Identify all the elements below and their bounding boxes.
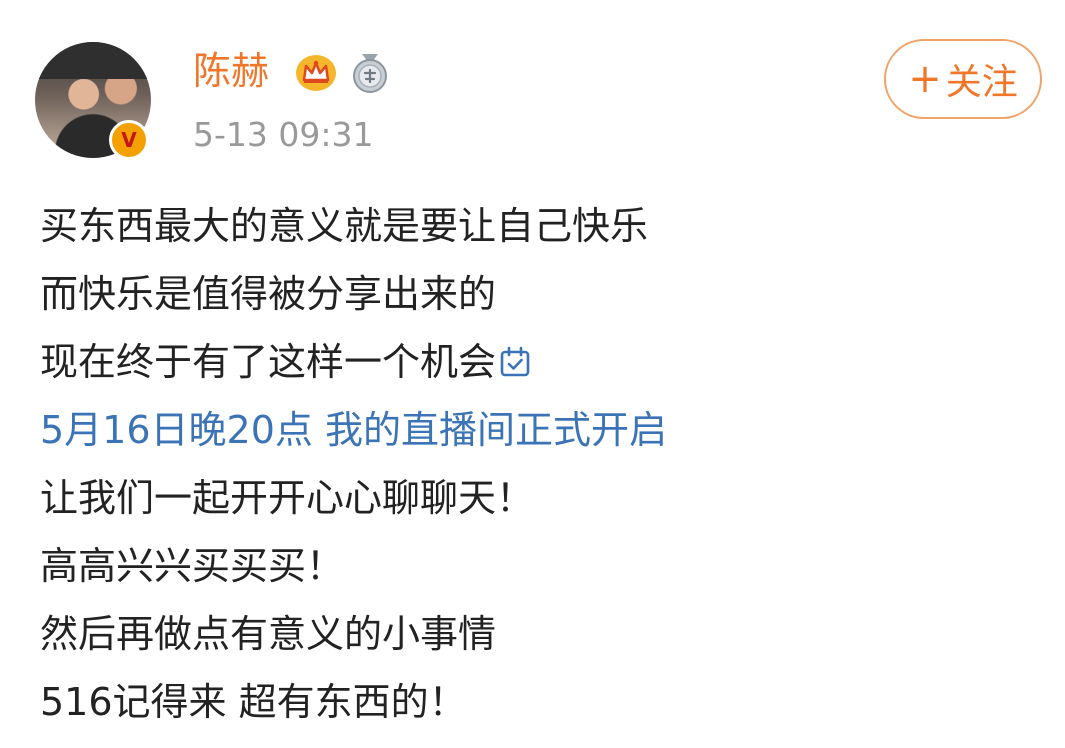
follow-label: 关注 <box>945 62 1018 103</box>
post-line: 然后再做点有意义的小事情 <box>40 612 497 656</box>
plus-icon: + <box>908 56 942 102</box>
post-line: 买东西最大的意义就是要让自己快乐 <box>40 204 649 248</box>
verified-icon: V <box>109 120 149 160</box>
calendar-check-icon[interactable] <box>498 345 532 379</box>
author-name[interactable]: 陈赫 <box>193 52 269 90</box>
post-line: 高高兴兴买买买！ <box>40 544 345 588</box>
post-body: 买东西最大的意义就是要让自己快乐 而快乐是值得被分享出来的 现在终于有了这样一个… <box>40 192 1040 736</box>
follow-button[interactable]: + 关注 <box>884 39 1042 119</box>
medal-icon <box>353 54 387 93</box>
crown-icon <box>296 55 336 91</box>
post-line: 现在终于有了这样一个机会 <box>40 328 1040 396</box>
post-timestamp: 5-13 09:31 <box>193 115 374 154</box>
post-line: 让我们一起开开心心聊聊天！ <box>40 476 535 520</box>
post-line: 而快乐是值得被分享出来的 <box>40 272 497 316</box>
post-line: 516记得来 超有东西的！ <box>40 680 467 724</box>
post-line-text: 现在终于有了这样一个机会 <box>40 340 497 384</box>
event-link[interactable]: 5月16日晚20点 我的直播间正式开启 <box>40 396 1040 464</box>
